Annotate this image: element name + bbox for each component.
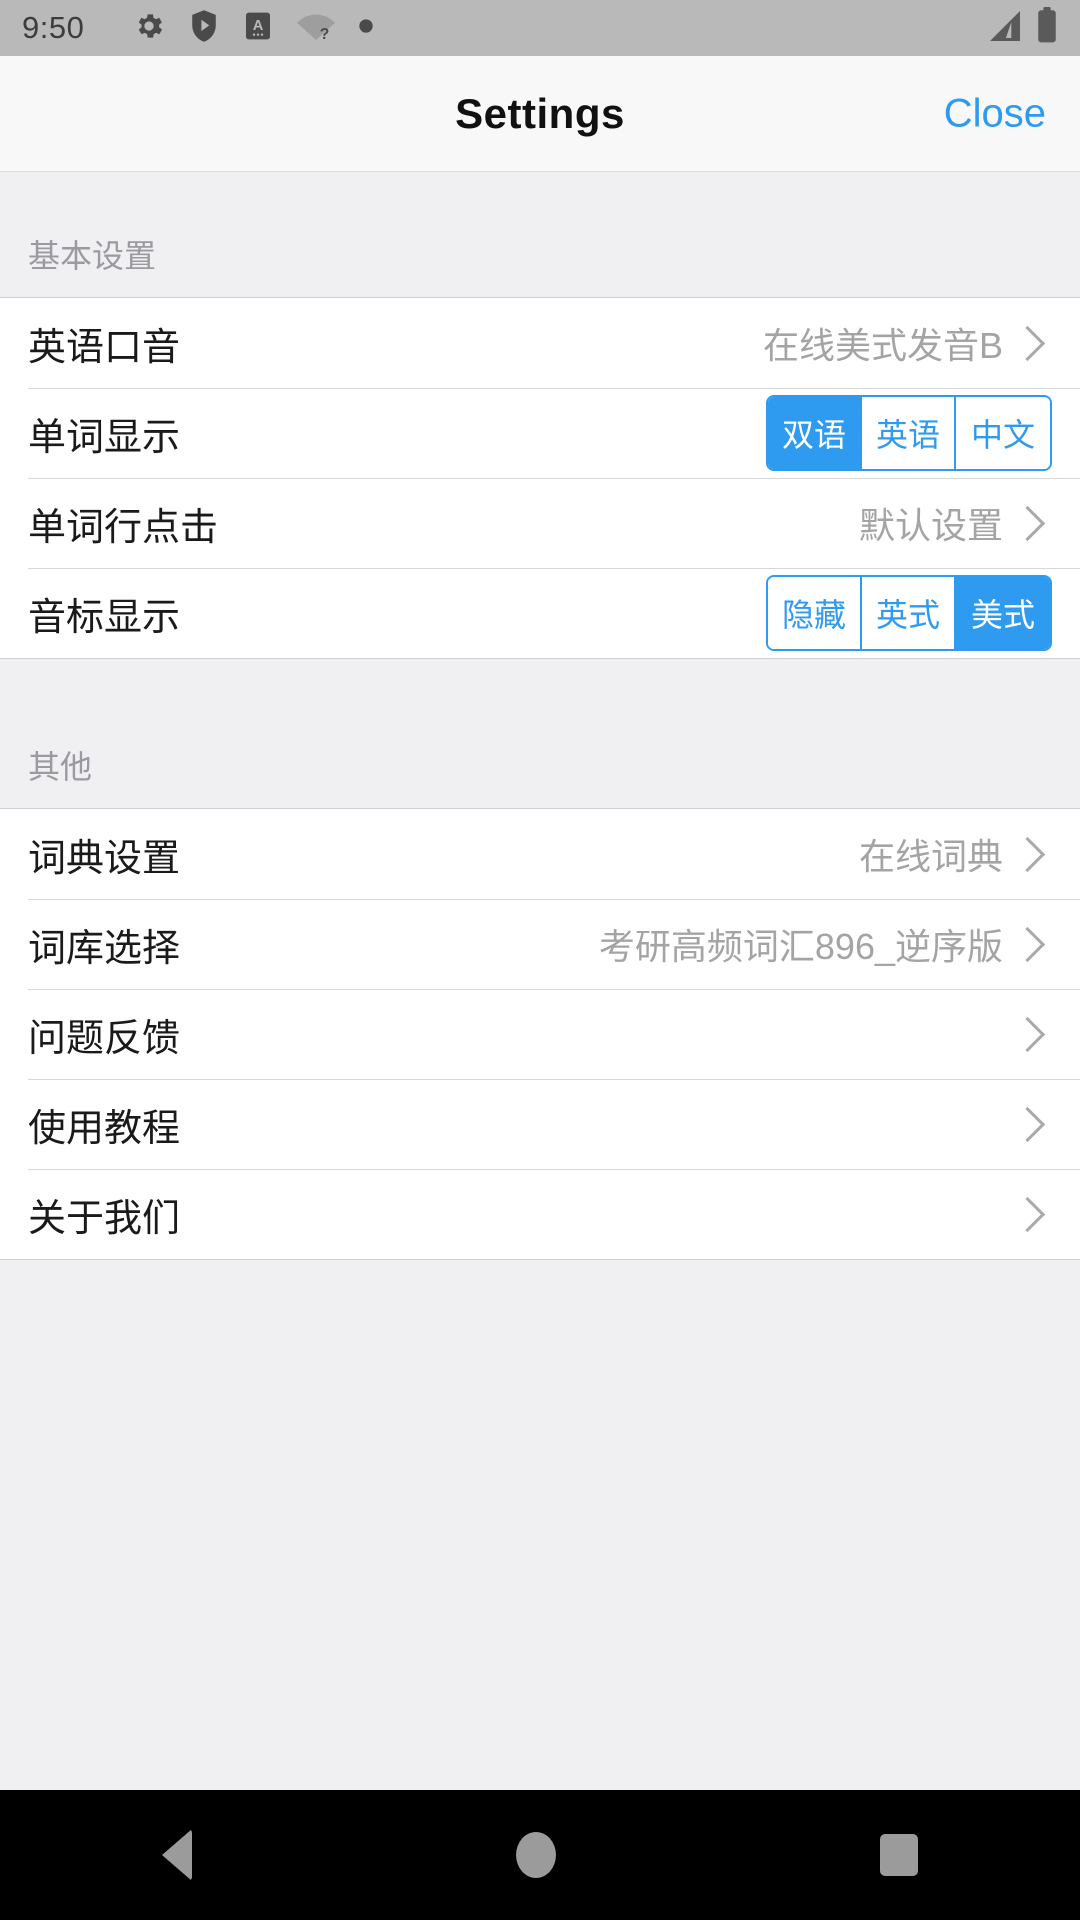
row-value: 在线词典 [858, 836, 1003, 877]
chevron-right-icon [1009, 836, 1046, 872]
status-bar-left: 9:50 A ? [22, 9, 986, 48]
chevron-right-icon [1009, 1106, 1046, 1142]
battery-full-icon [1036, 6, 1058, 50]
status-bar: 9:50 A ? [0, 0, 1080, 56]
svg-text:?: ? [320, 25, 330, 41]
row-about-us[interactable]: 关于我们 [0, 1169, 1080, 1259]
settings-content: 基本设置 英语口音 在线美式发音B 单词显示 双语 英语 中文 单词行点击 默认… [0, 172, 1080, 1790]
play-shield-icon [188, 9, 220, 48]
section-title: 基本设置 [28, 238, 157, 274]
chevron-right-icon [1009, 325, 1046, 361]
cellular-signal-icon [986, 8, 1024, 49]
row-label: 问题反馈 [28, 1017, 181, 1060]
section-header-basic: 基本设置 [0, 172, 1080, 298]
row-word-tap-action[interactable]: 单词行点击 默认设置 [0, 478, 1080, 568]
row-wordbook-selection[interactable]: 词库选择 考研高频词汇896_逆序版 [0, 899, 1080, 989]
chevron-right-icon [1009, 1196, 1046, 1232]
row-label: 关于我们 [28, 1197, 181, 1240]
row-tutorial[interactable]: 使用教程 [0, 1079, 1080, 1169]
segment-option-american[interactable]: 美式 [956, 577, 1050, 649]
segment-option-bilingual[interactable]: 双语 [767, 397, 862, 469]
section-title: 其他 [28, 749, 93, 785]
segmented-phonetic-display[interactable]: 隐藏 英式 美式 [765, 575, 1052, 651]
row-value: 默认设置 [858, 505, 1003, 546]
chevron-right-icon [1009, 505, 1046, 541]
section-rows-other: 词典设置 在线词典 词库选择 考研高频词汇896_逆序版 问题反馈 使用教程 关… [0, 809, 1080, 1260]
status-clock: 9:50 [22, 10, 85, 45]
row-label: 单词行点击 [28, 506, 219, 549]
row-label: 词典设置 [28, 837, 181, 880]
app-a-icon: A [242, 10, 274, 47]
svg-text:A: A [253, 18, 264, 34]
row-label: 词库选择 [28, 927, 181, 970]
row-label: 单词显示 [28, 416, 181, 459]
section-header-other: 其他 [0, 659, 1080, 809]
app-header: Settings Close [0, 56, 1080, 172]
content-filler [0, 1260, 1080, 1790]
back-icon[interactable] [162, 1829, 192, 1881]
row-value: 考研高频词汇896_逆序版 [598, 926, 1003, 967]
chevron-right-icon [1009, 1016, 1046, 1052]
row-label: 使用教程 [28, 1107, 181, 1150]
page-title: Settings [455, 89, 625, 137]
chevron-right-icon [1009, 926, 1046, 962]
close-button[interactable]: Close [944, 91, 1046, 136]
row-label: 英语口音 [28, 326, 181, 369]
segment-option-british[interactable]: 英式 [861, 577, 956, 649]
status-bar-right [986, 6, 1058, 50]
dot-icon [358, 18, 374, 39]
row-label: 音标显示 [28, 596, 181, 639]
recents-icon[interactable] [880, 1834, 918, 1876]
home-icon[interactable] [516, 1832, 556, 1878]
row-english-accent[interactable]: 英语口音 在线美式发音B [0, 298, 1080, 388]
android-nav-bar [0, 1790, 1080, 1920]
row-value: 在线美式发音B [762, 325, 1003, 366]
wifi-question-icon: ? [296, 10, 336, 47]
section-rows-basic: 英语口音 在线美式发音B 单词显示 双语 英语 中文 单词行点击 默认设置 音标… [0, 298, 1080, 659]
row-phonetic-display[interactable]: 音标显示 隐藏 英式 美式 [0, 568, 1080, 658]
row-feedback[interactable]: 问题反馈 [0, 989, 1080, 1079]
row-dictionary-settings[interactable]: 词典设置 在线词典 [0, 809, 1080, 899]
segmented-word-display[interactable]: 双语 英语 中文 [765, 395, 1052, 471]
segment-option-hidden[interactable]: 隐藏 [767, 577, 862, 649]
segment-option-english[interactable]: 英语 [861, 397, 956, 469]
row-word-display[interactable]: 单词显示 双语 英语 中文 [0, 388, 1080, 478]
segment-option-chinese[interactable]: 中文 [956, 397, 1050, 469]
gear-icon [132, 9, 166, 48]
